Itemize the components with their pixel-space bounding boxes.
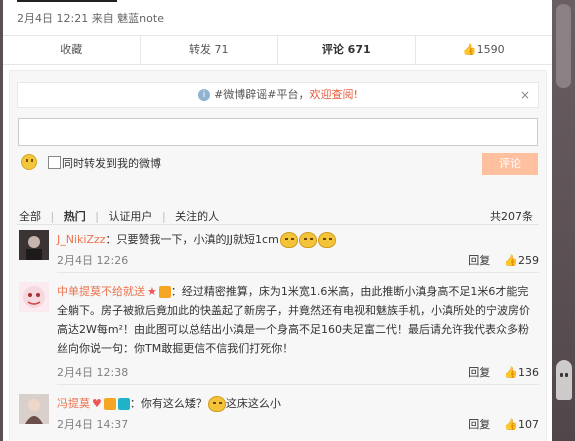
cat-emoji-icon bbox=[207, 396, 226, 412]
comment-like-count: 107 bbox=[518, 418, 539, 431]
camera-badge-icon bbox=[117, 398, 130, 410]
cat-emoji-icon bbox=[317, 232, 336, 248]
comment-body: J_NikiZzz：只要赞我一下，小滇的JJ就短1cm bbox=[57, 230, 537, 249]
emoji-icon[interactable] bbox=[21, 154, 37, 170]
weibo-card: 2月4日 12:21 来自 魅蓝note 收藏 转发 71 评论 671 👍15… bbox=[3, 0, 552, 441]
thumb-up-icon[interactable]: 👍 bbox=[504, 366, 518, 379]
like-button[interactable]: 👍1590 bbox=[416, 36, 553, 64]
comment-text: ：你有这么矮？ bbox=[129, 397, 207, 410]
submit-comment-button[interactable]: 评论 bbox=[482, 153, 538, 175]
avatar[interactable] bbox=[19, 394, 49, 424]
filter-hot[interactable]: 热门 bbox=[64, 210, 86, 223]
comment-tools: 回复 👍107 bbox=[468, 416, 539, 432]
cat-emoji-icon bbox=[298, 232, 317, 248]
filter-verified[interactable]: 认证用户 bbox=[108, 210, 152, 223]
comment-filters: 全部 | 热门 | 认证用户 | 关注的人 共207条 bbox=[19, 210, 533, 223]
filter-following[interactable]: 关注的人 bbox=[175, 210, 219, 223]
like-count: 1590 bbox=[476, 43, 505, 56]
avatar[interactable] bbox=[19, 282, 49, 312]
info-icon: i bbox=[198, 89, 211, 101]
comment-tools: 回复 👍259 bbox=[468, 252, 539, 268]
comment-date: 2月4日 12:38 bbox=[57, 366, 129, 379]
vip-badge-icon bbox=[103, 398, 116, 410]
forward-label: 同时转发到我的微博 bbox=[62, 157, 161, 170]
forward-checkbox[interactable] bbox=[48, 156, 61, 169]
repost-button[interactable]: 转发 71 bbox=[141, 36, 278, 64]
favorite-button[interactable]: 收藏 bbox=[3, 36, 141, 64]
comment-text: ：只要赞我一下，小滇的JJ就短1cm bbox=[105, 233, 279, 246]
rumor-notice: i #微博辟谣#平台，欢迎查阅! × bbox=[17, 82, 539, 108]
comment-tools: 回复 👍136 bbox=[468, 364, 539, 380]
cat-emoji-icon bbox=[279, 232, 298, 248]
thumb-up-icon[interactable]: 👍 bbox=[504, 254, 518, 267]
ghost-icon bbox=[556, 360, 572, 400]
filter-all[interactable]: 全部 bbox=[19, 210, 41, 223]
comment-tab[interactable]: 评论 671 bbox=[278, 36, 416, 64]
scrollbar-thumb[interactable] bbox=[556, 4, 571, 88]
avatar[interactable] bbox=[19, 230, 49, 260]
comment-user[interactable]: J_NikiZzz bbox=[57, 233, 106, 246]
comment-text-after: 这床这么小 bbox=[225, 397, 281, 410]
comment-date: 2月4日 14:37 bbox=[57, 418, 129, 431]
vip-badge-icon bbox=[158, 286, 171, 298]
post-meta: 2月4日 12:21 来自 魅蓝note bbox=[17, 12, 164, 25]
top-edge bbox=[17, 0, 117, 2]
comment-separator bbox=[57, 384, 539, 385]
comment-total: 共207条 bbox=[490, 210, 533, 223]
comment-user[interactable]: 中单提莫不给就送 bbox=[57, 285, 145, 298]
comment-date: 2月4日 12:26 bbox=[57, 254, 129, 267]
comment-separator bbox=[57, 272, 539, 273]
action-bar: 收藏 转发 71 评论 671 👍1590 bbox=[3, 35, 552, 65]
thumb-up-icon: 👍 bbox=[462, 43, 477, 56]
reply-button[interactable]: 回复 bbox=[468, 418, 490, 431]
comment-like-count: 259 bbox=[518, 254, 539, 267]
comment-body: 冯提莫 ♥ ：你有这么矮？ 这床这么小 bbox=[57, 394, 537, 413]
comment-body: 中单提莫不给就送 ★ ：经过精密推算，床为1米宽1.6米高，由此推断小滇身高不足1米… bbox=[57, 282, 537, 358]
reply-button[interactable]: 回复 bbox=[468, 366, 490, 379]
comment-user[interactable]: 冯提莫 bbox=[57, 397, 90, 410]
thumb-up-icon[interactable]: 👍 bbox=[504, 418, 518, 431]
notice-text: #微博辟谣#平台， bbox=[214, 88, 310, 101]
notice-link[interactable]: 欢迎查阅! bbox=[310, 88, 358, 101]
reply-button[interactable]: 回复 bbox=[468, 254, 490, 267]
comment-input[interactable] bbox=[18, 118, 538, 146]
star-badge-icon: ★ bbox=[147, 285, 157, 298]
comment-like-count: 136 bbox=[518, 366, 539, 379]
divider bbox=[17, 224, 539, 225]
heart-badge-icon: ♥ bbox=[92, 397, 102, 410]
close-icon[interactable]: × bbox=[520, 83, 530, 107]
